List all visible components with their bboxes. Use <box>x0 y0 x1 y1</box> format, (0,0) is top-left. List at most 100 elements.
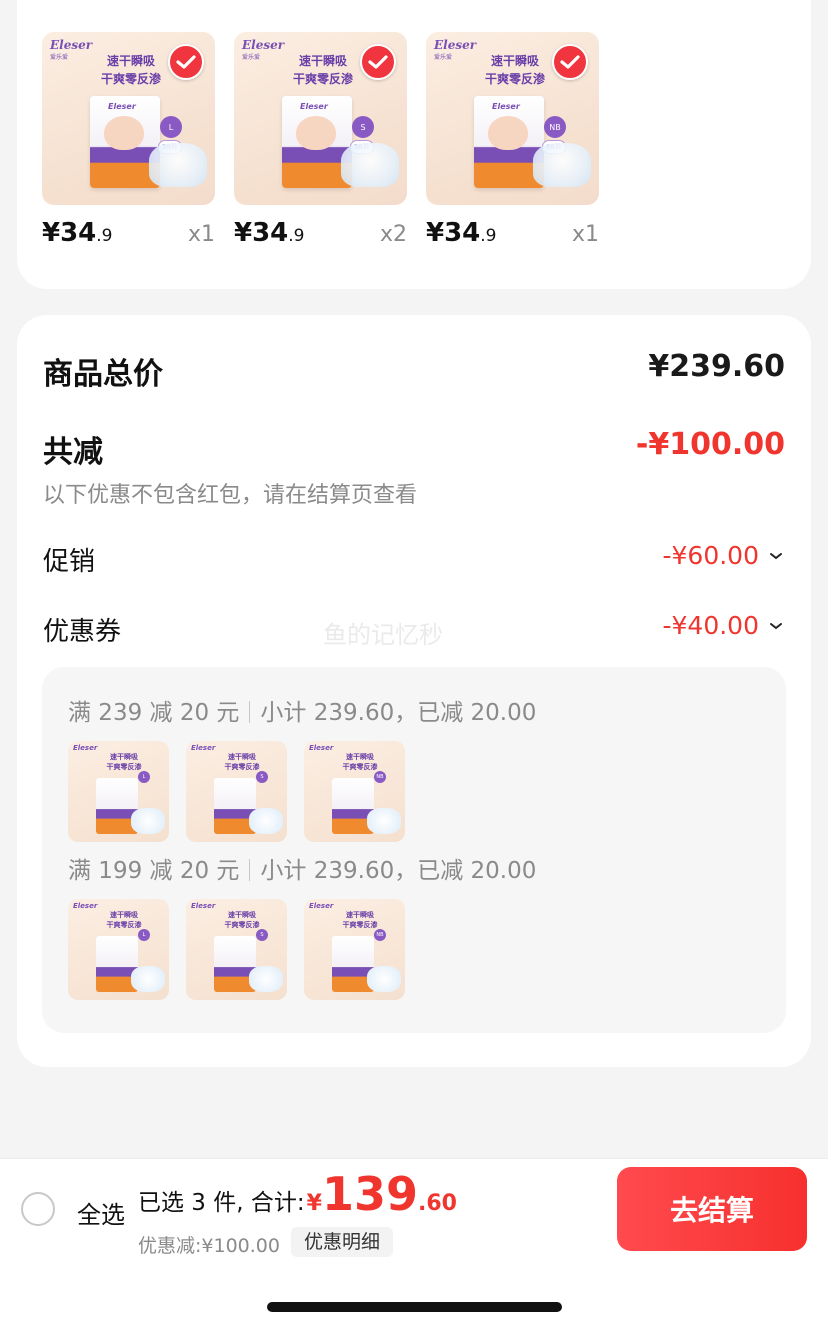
promotion-value-wrap[interactable]: -¥60.00 <box>663 541 786 570</box>
product-price: ¥34.9 <box>42 218 113 248</box>
product-slogan: 速干瞬吸 干爽零反渗 <box>86 52 176 88</box>
product-slogan: 速干瞬吸 干爽零反渗 <box>278 52 368 88</box>
select-all-label[interactable]: 全选 <box>77 1195 125 1230</box>
product-thumbnail[interactable]: Eleser 速干瞬吸 干爽零反渗 L <box>68 741 169 842</box>
size-badge: S <box>256 771 268 783</box>
brand-logo: Eleser <box>242 38 285 52</box>
price-decimal: .9 <box>288 226 305 246</box>
product-image[interactable]: Eleser 爱乐爱 速干瞬吸 干爽零反渗 Eleser NB 66片 <box>426 32 599 205</box>
product-item[interactable]: Eleser 爱乐爱 速干瞬吸 干爽零反渗 Eleser S 56片 ¥34.9… <box>234 32 407 248</box>
selected-check-icon[interactable] <box>552 44 588 80</box>
product-slogan: 速干瞬吸 干爽零反渗 <box>470 52 560 88</box>
product-thumbnail[interactable]: Eleser 速干瞬吸 干爽零反渗 S <box>186 741 287 842</box>
select-all-radio[interactable] <box>21 1192 55 1226</box>
product-slogan: 速干瞬吸 干爽零反渗 <box>224 753 260 771</box>
divider <box>249 701 251 723</box>
promotion-value: -¥60.00 <box>662 541 760 570</box>
diaper-image <box>533 143 591 187</box>
product-thumbnail[interactable]: Eleser 速干瞬吸 干爽零反渗 L <box>68 899 169 1000</box>
selected-check-icon[interactable] <box>360 44 396 80</box>
selected-products-card: Eleser 爱乐爱 速干瞬吸 干爽零反渗 Eleser L 38片 ¥34.9… <box>17 0 811 289</box>
coupon-value-wrap[interactable]: -¥40.00 <box>663 611 786 640</box>
checkout-button[interactable]: 去结算 <box>617 1167 807 1251</box>
size-badge: NB <box>374 929 386 941</box>
reduction-value: -¥100.00 <box>635 427 785 462</box>
chevron-down-icon[interactable] <box>767 617 785 635</box>
brand-subtitle: 爱乐爱 <box>434 54 453 61</box>
product-item[interactable]: Eleser 爱乐爱 速干瞬吸 干爽零反渗 Eleser L 38片 ¥34.9… <box>42 32 215 248</box>
diaper-image <box>131 966 165 992</box>
promotion-rule-text: 满 239 减 20 元 <box>68 700 240 726</box>
diaper-image <box>249 808 283 834</box>
coupon-value: -¥40.00 <box>662 611 760 640</box>
price-decimal: .9 <box>96 226 113 246</box>
reduction-row: 共减 -¥100.00 <box>43 427 785 470</box>
product-slogan: 速干瞬吸 干爽零反渗 <box>106 911 142 929</box>
discount-amount: 优惠减:¥100.00 <box>138 1235 280 1257</box>
product-image[interactable]: Eleser 爱乐爱 速干瞬吸 干爽零反渗 Eleser L 38片 <box>42 32 215 205</box>
product-thumbnail[interactable]: Eleser 速干瞬吸 干爽零反渗 NB <box>304 741 405 842</box>
goods-total-row: 商品总价 ¥239.60 <box>43 349 785 392</box>
price-decimal: .9 <box>480 226 497 246</box>
total-integer: 139 <box>321 1167 418 1221</box>
promotion-rule: 满 239 减 20 元小计 239.60，已减 20.00 <box>68 693 536 727</box>
total-currency: ¥ <box>306 1191 322 1216</box>
promotion-row[interactable]: 促销 -¥60.00 <box>43 541 786 577</box>
goods-total-value: ¥239.60 <box>648 349 785 384</box>
selected-check-icon[interactable] <box>168 44 204 80</box>
checkout-bar: 全选 已选 3 件, 合计: ¥ 139 .60 优惠减:¥100.00 优惠明… <box>0 1158 828 1258</box>
brand-logo: Eleser <box>434 38 477 52</box>
slogan-line-1: 速干瞬吸 <box>490 54 539 68</box>
promotion-details-box: 满 239 减 20 元小计 239.60，已减 20.00 Eleser 速干… <box>42 667 786 1033</box>
home-indicator-area <box>0 1258 828 1330</box>
product-slogan: 速干瞬吸 干爽零反渗 <box>106 753 142 771</box>
slogan-line-1: 速干瞬吸 <box>106 54 155 68</box>
size-badge: L <box>138 771 150 783</box>
baby-image <box>488 116 528 150</box>
brand-logo: Eleser <box>191 902 216 910</box>
size-badge: L <box>160 116 182 138</box>
slogan-line-2: 干爽零反渗 <box>484 72 545 86</box>
price-integer: ¥34 <box>42 218 97 248</box>
total-decimal: .60 <box>417 1191 457 1216</box>
goods-total-label: 商品总价 <box>43 357 163 392</box>
coupon-label: 优惠券 <box>43 617 122 647</box>
promotion-rule: 满 199 减 20 元小计 239.60，已减 20.00 <box>68 851 536 885</box>
brand-subtitle: 爱乐爱 <box>50 54 69 61</box>
home-indicator[interactable] <box>267 1302 562 1312</box>
brand-logo: Eleser <box>73 744 98 752</box>
product-price: ¥34.9 <box>234 218 305 248</box>
diaper-image <box>367 808 401 834</box>
product-thumbnail[interactable]: Eleser 速干瞬吸 干爽零反渗 NB <box>304 899 405 1000</box>
diaper-image <box>149 143 207 187</box>
product-image[interactable]: Eleser 爱乐爱 速干瞬吸 干爽零反渗 Eleser S 56片 <box>234 32 407 205</box>
size-badge: NB <box>544 116 566 138</box>
promotion-rule-text: 满 199 减 20 元 <box>68 858 240 884</box>
brand-logo: Eleser <box>309 902 334 910</box>
slogan-line-2: 干爽零反渗 <box>292 72 353 86</box>
diaper-image <box>249 966 283 992</box>
brand-logo: Eleser <box>191 744 216 752</box>
price-integer: ¥34 <box>426 218 481 248</box>
order-total-summary: 已选 3 件, 合计: ¥ 139 .60 <box>138 1171 457 1217</box>
brand-subtitle: 爱乐爱 <box>242 54 261 61</box>
price-integer: ¥34 <box>234 218 289 248</box>
product-thumbnail[interactable]: Eleser 速干瞬吸 干爽零反渗 S <box>186 899 287 1000</box>
chevron-down-icon[interactable] <box>767 547 785 565</box>
brand-logo: Eleser <box>50 38 93 52</box>
product-item[interactable]: Eleser 爱乐爱 速干瞬吸 干爽零反渗 Eleser NB 66片 ¥34.… <box>426 32 599 248</box>
baby-image <box>296 116 336 150</box>
size-badge: S <box>352 116 374 138</box>
product-price: ¥34.9 <box>426 218 497 248</box>
slogan-line-2: 干爽零反渗 <box>100 72 161 86</box>
baby-image <box>104 116 144 150</box>
promotion-subtotal: 小计 239.60，已减 20.00 <box>260 700 537 726</box>
brand-logo: Eleser <box>309 744 334 752</box>
divider <box>249 859 251 881</box>
product-slogan: 速干瞬吸 干爽零反渗 <box>224 911 260 929</box>
discount-details-button[interactable]: 优惠明细 <box>291 1227 394 1257</box>
brand-logo: Eleser <box>73 902 98 910</box>
selected-count-text: 已选 3 件, 合计: <box>138 1190 305 1216</box>
promotion-subtotal: 小计 239.60，已减 20.00 <box>260 858 537 884</box>
reduction-note: 以下优惠不包含红包，请在结算页查看 <box>43 483 418 508</box>
